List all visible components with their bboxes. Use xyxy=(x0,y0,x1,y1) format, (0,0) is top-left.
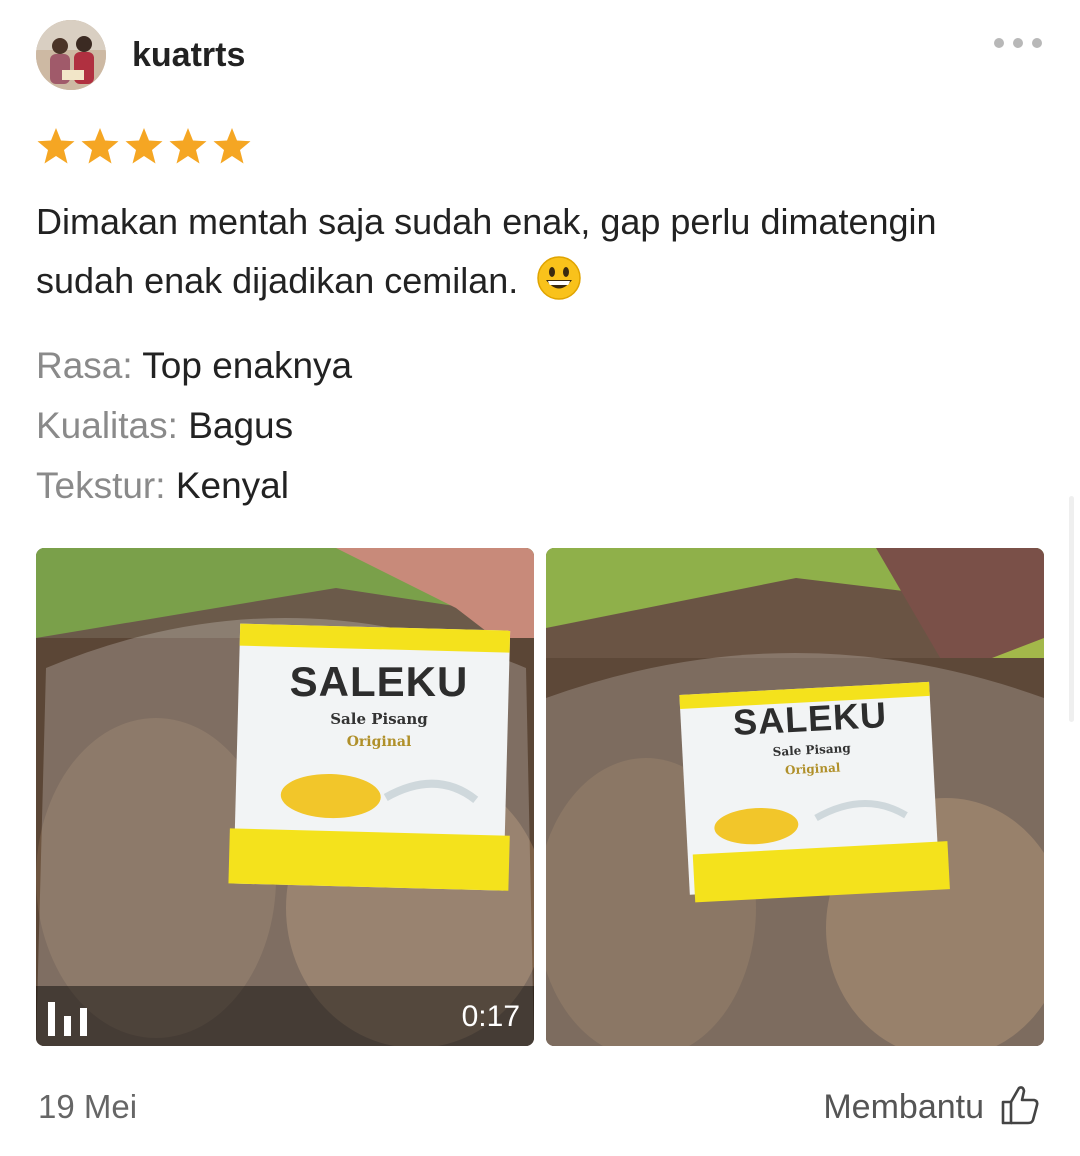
review-header: kuatrts xyxy=(36,18,1044,92)
brand-name: SALEKU xyxy=(732,694,888,744)
more-options-icon[interactable] xyxy=(994,36,1044,50)
star-icon xyxy=(169,128,207,164)
attribute-value: Top enaknya xyxy=(142,345,353,386)
review-date: 19 Mei xyxy=(38,1088,138,1125)
review-body: Dimakan mentah saja sudah enak, gap perl… xyxy=(36,201,937,301)
grinning-face-emoji-icon xyxy=(537,256,582,300)
star-icon xyxy=(81,128,119,164)
review-video-thumbnail[interactable]: SALEKU Sale Pisang Original 0:17 xyxy=(36,548,534,1046)
package-label: SALEKU Sale Pisang Original xyxy=(714,693,908,781)
attribute-key: Rasa: xyxy=(36,345,133,386)
package-label: SALEKU Sale Pisang Original xyxy=(284,658,474,750)
product-name: Sale Pisang xyxy=(330,710,428,728)
attribute-tekstur: Tekstur: Kenyal xyxy=(36,464,289,508)
star-icon xyxy=(125,128,163,164)
review-photo-thumbnail[interactable]: SALEKU Sale Pisang Original xyxy=(546,548,1044,1046)
brand-name: SALEKU xyxy=(289,658,469,705)
thumbs-up-icon xyxy=(1001,1086,1039,1125)
star-icon xyxy=(37,128,75,164)
avatar[interactable] xyxy=(36,20,106,90)
video-bars-icon xyxy=(48,1002,87,1036)
star-rating xyxy=(36,126,256,166)
attribute-value: Kenyal xyxy=(175,465,289,506)
helpful-label: Membantu xyxy=(823,1088,984,1126)
attribute-key: Tekstur: xyxy=(36,465,166,506)
video-duration: 0:17 xyxy=(461,1000,520,1033)
review-text: Dimakan mentah saja sudah enak, gap perl… xyxy=(36,192,1036,310)
video-overlay-bar: 0:17 xyxy=(36,986,534,1046)
attribute-kualitas: Kualitas: Bagus xyxy=(36,404,293,448)
attribute-key: Kualitas: xyxy=(36,405,178,446)
attribute-rasa: Rasa: Top enaknya xyxy=(36,344,352,388)
username[interactable]: kuatrts xyxy=(132,36,245,75)
star-icon xyxy=(213,128,251,164)
scrollbar[interactable] xyxy=(1069,496,1074,722)
product-variant: Original xyxy=(346,734,412,750)
attribute-value: Bagus xyxy=(188,405,294,446)
